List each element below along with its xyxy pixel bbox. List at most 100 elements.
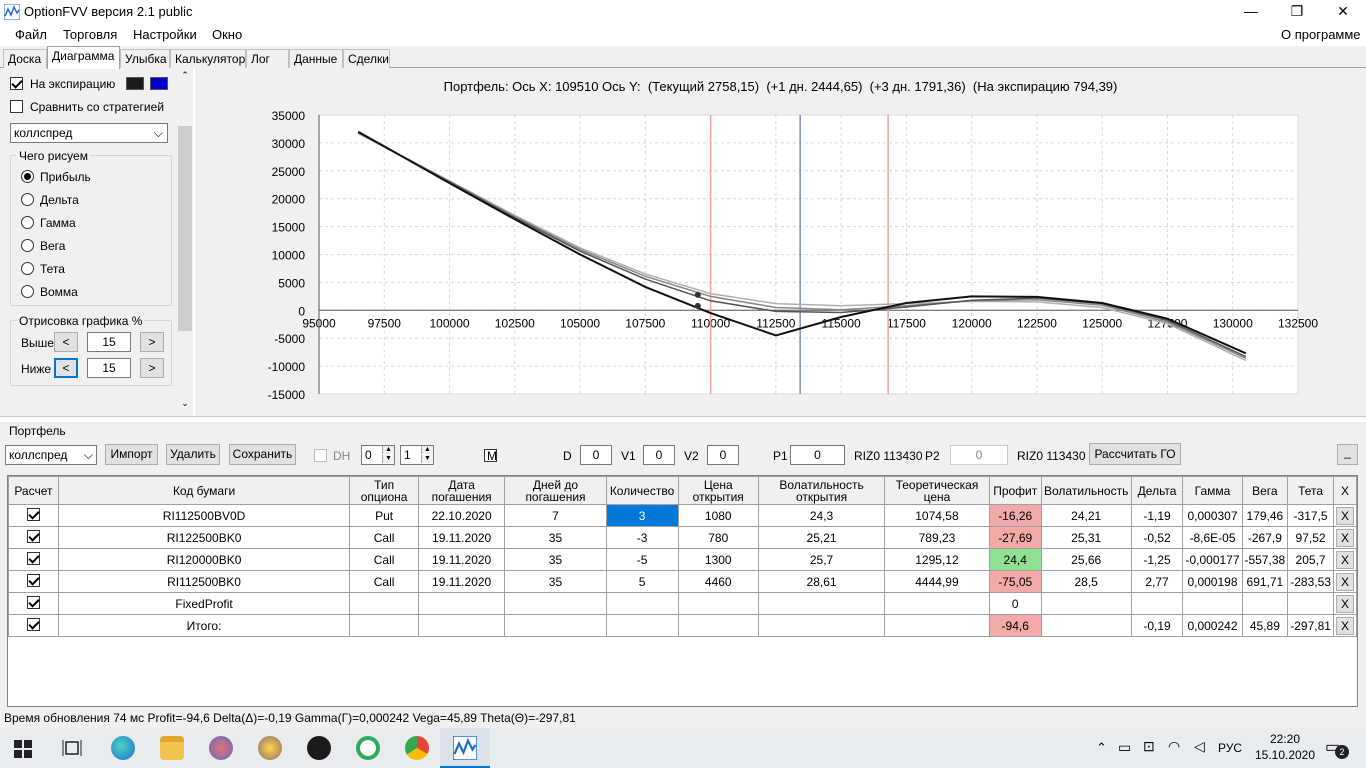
spin-up-icon[interactable]: ▲ [382, 446, 394, 454]
d-input[interactable]: 0 [580, 445, 612, 465]
column-header[interactable]: Количество [605, 476, 679, 505]
table-cell[interactable]: 0,000307 [1182, 504, 1243, 527]
table-cell[interactable]: 97,52 [1287, 526, 1334, 549]
table-cell[interactable] [504, 592, 607, 615]
table-cell[interactable]: X [1332, 504, 1357, 527]
portfolio-strategy-select[interactable]: коллспред ⌵ [5, 445, 97, 465]
tray-expand-icon[interactable]: ⌃ [1096, 740, 1107, 756]
table-cell[interactable]: 5 [605, 570, 679, 593]
table-cell[interactable]: -94,6 [988, 614, 1042, 637]
table-cell[interactable]: 691,71 [1241, 570, 1289, 593]
quik-icon[interactable] [356, 736, 380, 760]
table-cell[interactable]: Put [349, 504, 419, 527]
chrome-icon[interactable] [405, 736, 429, 760]
column-header[interactable]: Расчет [8, 476, 59, 505]
app-icon-1[interactable] [209, 736, 233, 760]
table-cell[interactable]: 0 [988, 592, 1042, 615]
table-cell[interactable]: 0,000198 [1182, 570, 1243, 593]
p1-input[interactable]: 0 [790, 445, 845, 465]
table-cell[interactable] [8, 592, 59, 615]
collapse-button[interactable]: _ [1337, 444, 1358, 465]
clock-date[interactable]: 15.10.2020 [1253, 748, 1317, 762]
table-cell[interactable]: RI112500BV0D [57, 504, 351, 527]
table-cell[interactable]: -317,5 [1287, 504, 1334, 527]
table-cell[interactable]: 25,7 [757, 548, 886, 571]
network-icon[interactable]: ⊡ [1143, 738, 1155, 755]
calc-checkbox[interactable] [26, 595, 40, 609]
remove-row-button[interactable]: X [1335, 506, 1354, 525]
table-cell[interactable]: 179,46 [1241, 504, 1289, 527]
table-cell[interactable]: 28,5 [1040, 570, 1132, 593]
below-decrease-button[interactable]: < [54, 358, 78, 378]
spin-up-icon[interactable]: ▲ [421, 446, 433, 454]
column-header[interactable]: Дельта [1130, 476, 1184, 505]
table-row[interactable]: FixedProfit 0 X [8, 592, 1357, 615]
column-header[interactable]: Гамма [1182, 476, 1243, 505]
table-cell[interactable] [757, 592, 886, 615]
table-cell[interactable] [8, 548, 59, 571]
remove-row-button[interactable]: X [1335, 550, 1354, 569]
table-cell[interactable]: 25,21 [757, 526, 886, 549]
spin2-input[interactable]: 1 ▲ ▼ [400, 445, 434, 465]
color-swatch-black[interactable] [126, 77, 144, 90]
table-row[interactable]: RI112500BV0D Put 22.10.2020 7 3 1080 24,3 1074,… [8, 504, 1357, 527]
table-cell[interactable]: Call [349, 570, 419, 593]
remove-row-button[interactable]: X [1335, 594, 1354, 613]
table-cell[interactable]: 1295,12 [884, 548, 990, 571]
radio-vega-circle[interactable] [21, 239, 34, 252]
app-icon-2[interactable] [307, 736, 331, 760]
table-cell[interactable] [1130, 592, 1184, 615]
task-view-icon[interactable] [62, 738, 82, 758]
table-cell[interactable]: 25,31 [1040, 526, 1132, 549]
tab-deals[interactable]: Сделки [343, 49, 390, 68]
table-row[interactable]: Итого: -94,6 -0,19 0,000242 45,89 -297,81 X [8, 614, 1357, 637]
optionfvv-taskbar-item[interactable] [440, 728, 490, 768]
table-cell[interactable] [884, 614, 990, 637]
table-cell[interactable]: 35 [504, 548, 607, 571]
radio-vomma[interactable] [21, 285, 34, 301]
table-cell[interactable]: 22.10.2020 [417, 504, 506, 527]
table-row[interactable]: RI120000BK0 Call 19.11.2020 35 -5 1300 25,7 129… [8, 548, 1357, 571]
menu-about[interactable]: О программе [1281, 27, 1361, 42]
column-header[interactable]: Цена открытия [677, 476, 759, 505]
radio-theta[interactable] [21, 262, 34, 278]
table-cell[interactable] [1040, 592, 1132, 615]
radio-profit-circle[interactable] [21, 170, 34, 183]
menu-window[interactable]: Окно [212, 27, 242, 42]
table-cell[interactable]: 1300 [677, 548, 759, 571]
tab-diagram[interactable]: Диаграмма [47, 46, 120, 69]
table-cell[interactable] [677, 614, 759, 637]
dh-checkbox[interactable] [314, 449, 327, 462]
above-increase-button[interactable]: > [140, 332, 164, 352]
column-header[interactable]: Тип опциона [349, 476, 419, 505]
table-cell[interactable]: -3 [605, 526, 679, 549]
table-cell[interactable]: X [1332, 592, 1357, 615]
above-input[interactable]: 15 [87, 332, 131, 352]
table-cell[interactable]: 24,4 [988, 548, 1042, 571]
table-cell[interactable]: -267,9 [1241, 526, 1289, 549]
table-cell[interactable]: X [1332, 526, 1357, 549]
table-cell[interactable]: RI112500BK0 [57, 570, 351, 593]
tab-board[interactable]: Доска [3, 49, 47, 68]
tab-smile[interactable]: Улыбка [120, 49, 170, 68]
column-header[interactable]: Дата погашения [417, 476, 506, 505]
clock-time[interactable]: 22:20 [1265, 732, 1305, 746]
table-cell[interactable]: 7 [504, 504, 607, 527]
table-cell[interactable] [8, 526, 59, 549]
table-row[interactable]: RI122500BK0 Call 19.11.2020 35 -3 780 25,21 789… [8, 526, 1357, 549]
table-cell[interactable]: 45,89 [1241, 614, 1289, 637]
table-cell[interactable]: -16,26 [988, 504, 1042, 527]
close-button[interactable]: ✕ [1320, 0, 1366, 24]
battery-icon[interactable]: ▭ [1118, 739, 1131, 756]
table-cell[interactable] [504, 614, 607, 637]
table-cell[interactable]: 205,7 [1287, 548, 1334, 571]
radio-delta[interactable] [21, 193, 34, 209]
table-cell[interactable]: Call [349, 548, 419, 571]
delete-button[interactable]: Удалить [166, 444, 220, 465]
table-cell[interactable]: -297,81 [1287, 614, 1334, 637]
radio-delta-circle[interactable] [21, 193, 34, 206]
table-cell[interactable] [349, 592, 419, 615]
tab-data[interactable]: Данные [289, 49, 343, 68]
table-cell[interactable] [884, 592, 990, 615]
calc-checkbox[interactable] [26, 551, 40, 565]
